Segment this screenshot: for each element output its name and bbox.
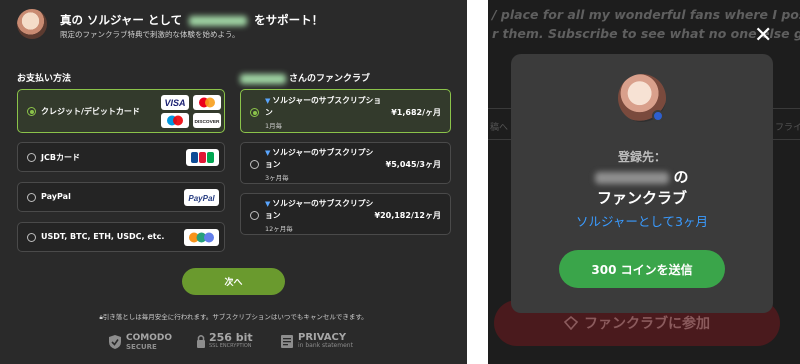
radio-selected-icon[interactable] (250, 108, 259, 117)
soldier-tier-icon: ▼ (265, 149, 271, 157)
svg-text:VISA: VISA (164, 98, 185, 108)
plan-name-text: ソルジャーのサブスクリプション (265, 199, 374, 220)
discover-logo-icon: DISCOVER (193, 113, 221, 128)
plan-price: ¥5,045/3ヶ月 (385, 160, 441, 169)
title-suffix: をサポート！ (254, 13, 324, 27)
payment-method-card[interactable]: USDT, BTC, ETH, USDC, etc. (17, 222, 225, 252)
jcb-logo-icon (186, 149, 219, 166)
badge-main: COMODO (126, 333, 172, 343)
radio-icon[interactable] (250, 211, 259, 220)
badge-sub: SSL ENCRYPTION (209, 343, 252, 349)
registered-label: 登録先： (617, 150, 666, 164)
crypto-logo-icon (184, 229, 219, 246)
paypal-logo-icon: PayPal (184, 189, 219, 206)
svg-text:DISCOVER: DISCOVER (194, 119, 220, 125)
billing-note-text: 引き落としは毎月安全に行われます。サブスクリプションはいつでもキャンセルできます… (102, 313, 368, 321)
badge-main: 256 bit (209, 331, 253, 344)
blurred-creator-name (189, 15, 248, 26)
billing-note: 🔒︎引き落としは毎月安全に行われます。サブスクリプションはいつでもキャンセルでき… (0, 311, 467, 322)
blurred-creator-name (595, 171, 670, 184)
payment-method-card[interactable]: クレジット/デビットカード VISA DISCOVER (17, 89, 225, 133)
background-bio-line: / place for all my wonderful fans where … (492, 7, 800, 22)
visa-logo-icon: VISA (161, 95, 189, 110)
radio-icon[interactable] (27, 193, 36, 202)
plan-price: ¥20,182/12ヶ月 (374, 211, 442, 220)
club-section-title: さんのファンクラブ (240, 71, 370, 84)
plan-period: 12ヶ月毎 (265, 225, 293, 233)
plan-period: 3ヶ月毎 (265, 174, 289, 182)
soldier-tier-icon: ▼ (265, 200, 271, 208)
svg-text:PayPal: PayPal (188, 194, 215, 203)
payment-section-title: お支払い方法 (17, 74, 72, 84)
plan-card[interactable]: ▼ ソルジャーのサブスクリプション 1月毎 ¥1,682/ヶ月 (240, 89, 451, 133)
send-coins-button[interactable]: 300 コインを送信 (559, 250, 725, 288)
confirm-subscription-modal: 登録先： の ファンクラブ ソルジャーとして3ヶ月 300 コインを送信 (511, 54, 773, 313)
maestro-logo-icon (161, 113, 189, 128)
plan-name-text: ソルジャーのサブスクリプション (265, 148, 374, 169)
radio-icon[interactable] (27, 153, 36, 162)
checkout-title: 真の ソルジャー として をサポート！ (60, 12, 323, 28)
plan-name: ▼ ソルジャーのサブスクリプション (265, 198, 375, 221)
plan-card[interactable]: ▼ ソルジャーのサブスクリプション 12ヶ月毎 ¥20,182/12ヶ月 (240, 193, 451, 235)
plan-period: 1月毎 (265, 122, 283, 130)
creator-name-line: の (511, 166, 773, 187)
blurred-creator-name (240, 73, 286, 84)
checkout-panel: 真の ソルジャー として をサポート！ 限定のファンクラブ特典で刺激的な体験を始… (0, 0, 467, 364)
payment-method-label: JCBカード (41, 153, 80, 162)
profile-page-background: / place for all my wonderful fans where … (488, 0, 800, 364)
shield-icon (109, 335, 121, 349)
payment-method-label: クレジット/デビットカード (41, 107, 140, 116)
title-prefix: 真の ソルジャー として (60, 13, 183, 27)
creator-avatar (17, 9, 47, 39)
mastercard-logo-icon (193, 95, 221, 110)
ssl-badge: 256 bit SSL ENCRYPTION (196, 331, 253, 349)
club-title-suffix: さんのファンクラブ (289, 74, 371, 84)
fanclub-label: ファンクラブ (596, 189, 687, 207)
privacy-badge: PRIVACY in bank statement (280, 333, 353, 349)
radio-selected-icon[interactable] (27, 107, 36, 116)
background-tab-fragment: 稿へ (490, 123, 509, 133)
plan-price: ¥1,682/ヶ月 (391, 108, 441, 117)
background-tab-fragment: フライ (775, 123, 800, 133)
payment-method-card[interactable]: JCBカード (17, 142, 225, 172)
verified-badge-icon (652, 110, 664, 122)
selected-plan-label: ソルジャーとして3ヶ月 (576, 214, 708, 229)
radio-icon[interactable] (27, 233, 36, 242)
close-icon[interactable]: ✕ (754, 25, 772, 47)
diamond-icon (564, 316, 578, 330)
payment-method-label: USDT, BTC, ETH, USDC, etc. (41, 232, 165, 241)
badge-sub: in bank statement (298, 342, 353, 349)
radio-icon[interactable] (250, 160, 259, 169)
name-suffix: の (673, 168, 689, 186)
payment-method-label: PayPal (41, 192, 71, 201)
soldier-tier-icon: ▼ (265, 97, 271, 105)
plan-name-text: ソルジャーのサブスクリプション (265, 96, 382, 117)
plan-name: ▼ ソルジャーのサブスクリプション (265, 95, 385, 118)
join-fanclub-label: ファンクラブに参加 (584, 316, 710, 332)
comodo-badge: COMODO SECURE (108, 333, 172, 351)
next-button[interactable]: 次へ (182, 268, 285, 295)
plan-card[interactable]: ▼ ソルジャーのサブスクリプション 3ヶ月毎 ¥5,045/3ヶ月 (240, 142, 451, 184)
badge-sub: SECURE (126, 343, 157, 351)
plan-name: ▼ ソルジャーのサブスクリプション (265, 147, 375, 170)
checkout-subtitle: 限定のファンクラブ特典で刺激的な体験を始めよう。 (60, 30, 240, 39)
payment-method-card[interactable]: PayPal PayPal (17, 182, 225, 212)
bank-statement-icon (281, 335, 293, 348)
padlock-icon (197, 335, 205, 348)
